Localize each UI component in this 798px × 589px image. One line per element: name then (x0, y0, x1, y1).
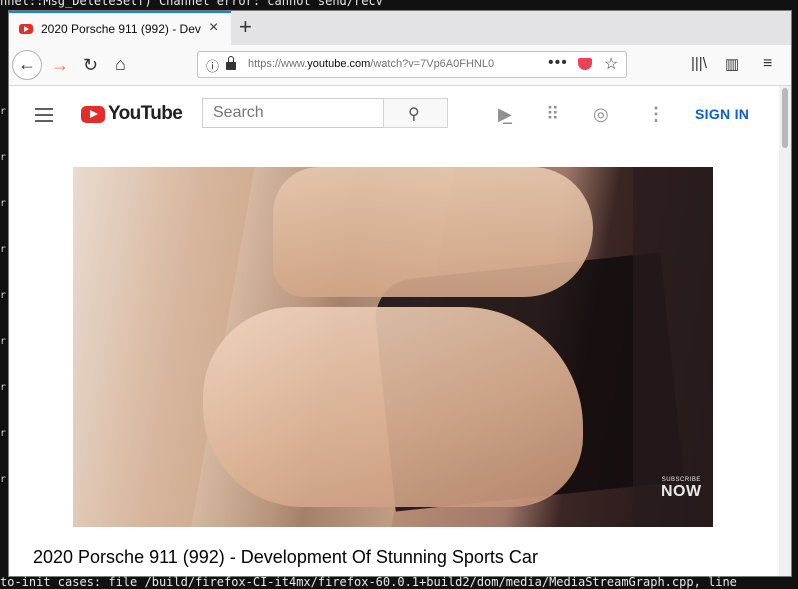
search-button[interactable]: ⚲ (383, 98, 448, 128)
watermark-now: NOW (661, 483, 702, 500)
sidebar-icon[interactable]: ▥ (725, 55, 739, 73)
youtube-favicon-icon (19, 24, 33, 34)
library-icon[interactable]: |||\ (691, 55, 707, 72)
chat-icon[interactable]: ◎ (593, 104, 609, 125)
sign-in-button[interactable]: SIGN IN (695, 106, 749, 122)
terminal-gutter: r r r r r r r r r (0, 106, 7, 485)
url-text[interactable]: https://www.youtube.com/watch?v=7Vp6A0FH… (248, 58, 494, 70)
scrollbar-thumb[interactable] (782, 88, 788, 148)
youtube-logo-text: YouTube (108, 103, 183, 124)
tab-strip: 2020 Porsche 911 (992) - Development Of … (9, 11, 791, 45)
video-frame-hand-bottom (203, 307, 583, 507)
youtube-header: YouTube ⚲ ▶̲ ⠿ ◎ ⋮ SIGN IN (9, 86, 779, 142)
url-host: youtube.com (307, 58, 371, 70)
site-info-icon[interactable]: ⓘ (206, 56, 219, 75)
home-button[interactable]: ⌂ (115, 54, 126, 74)
url-path: /watch?v=7Vp6A0FHNL0 (370, 58, 495, 70)
url-prefix: https://www. (248, 58, 308, 70)
page-scrollbar[interactable] (779, 86, 791, 576)
page-actions-icon[interactable]: ••• (548, 54, 568, 72)
video-camera-icon[interactable]: ▶̲ (498, 104, 512, 125)
video-frame-edge (633, 167, 713, 527)
firefox-window: 2020 Porsche 911 (992) - Development Of … (8, 10, 792, 577)
video-frame-hand-top (273, 167, 593, 297)
reload-button[interactable]: ↻ (83, 55, 98, 75)
pocket-icon[interactable] (578, 58, 592, 70)
forward-button[interactable]: → (51, 55, 69, 75)
youtube-play-icon (81, 106, 105, 123)
search-input[interactable] (202, 98, 384, 128)
tab-title: 2020 Porsche 911 (992) - Development Of … (41, 22, 201, 36)
menu-icon[interactable]: ≡ (763, 55, 772, 73)
search-icon: ⚲ (408, 106, 420, 123)
lock-icon[interactable] (226, 56, 236, 70)
tab-close-icon[interactable]: × (209, 20, 218, 36)
video-watermark: SUBSCRIBE NOW (661, 477, 702, 501)
url-bar[interactable]: ⓘ https://www.youtube.com/watch?v=7Vp6A0… (197, 51, 627, 78)
apps-grid-icon[interactable]: ⠿ (546, 104, 559, 125)
bookmark-star-icon[interactable]: ☆ (604, 54, 618, 74)
web-page: YouTube ⚲ ▶̲ ⠿ ◎ ⋮ SIGN IN SUBSCRIBE NOW… (9, 86, 779, 576)
navigation-toolbar: ← → ↻ ⌂ ⓘ https://www.youtube.com/watch?… (9, 45, 791, 86)
video-title: 2020 Porsche 911 (992) - Development Of … (33, 547, 538, 567)
tab-youtube-video[interactable]: 2020 Porsche 911 (992) - Development Of … (9, 11, 231, 45)
back-button[interactable]: ← (12, 50, 42, 80)
terminal-line-top: nnel::Msg_DeleteSelf) Channel error: can… (0, 0, 383, 8)
video-player[interactable]: SUBSCRIBE NOW (73, 167, 713, 527)
new-tab-button[interactable]: + (239, 15, 252, 39)
more-vertical-icon[interactable]: ⋮ (647, 104, 665, 125)
yt-hamburger-icon[interactable] (35, 108, 53, 126)
